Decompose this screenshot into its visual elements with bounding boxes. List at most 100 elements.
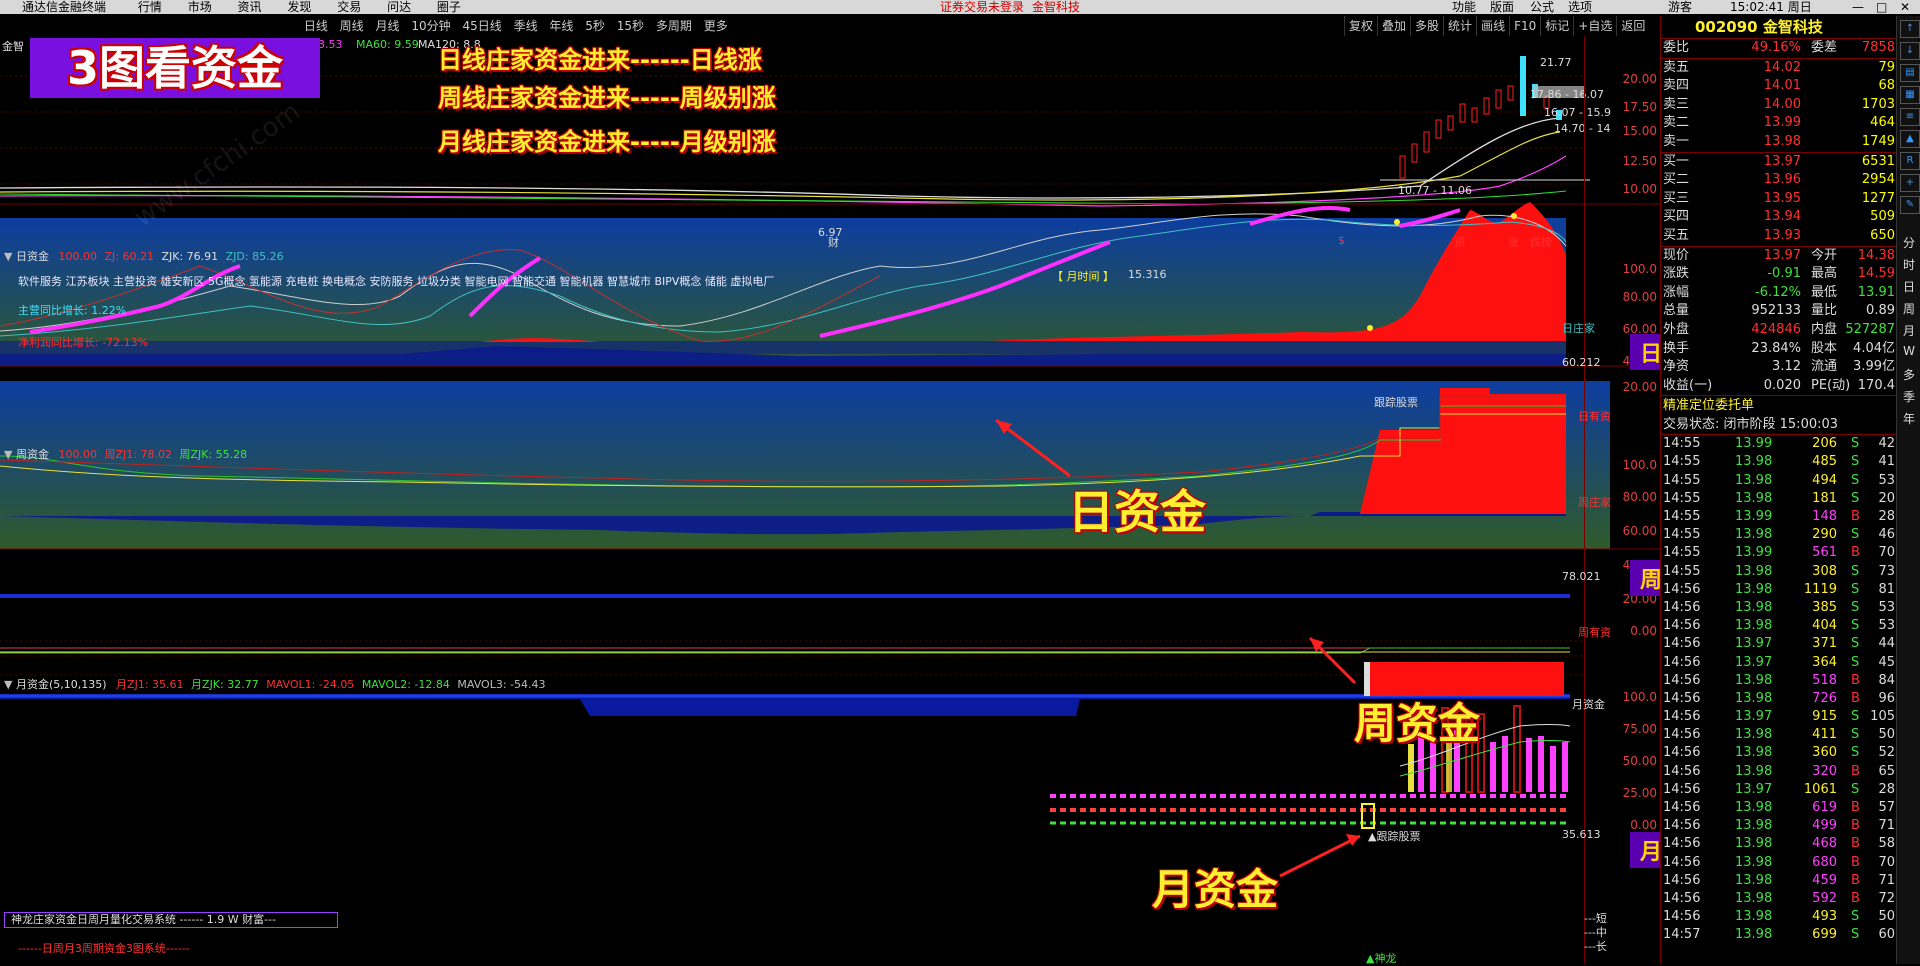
- tick-row[interactable]: 14:56 13.97 915 S 105: [1661, 708, 1897, 726]
- tick-row[interactable]: 14:55 13.99 561 B 70: [1661, 544, 1897, 562]
- tool-fanhui[interactable]: 返回: [1616, 16, 1649, 36]
- menu-wenda[interactable]: 问达: [387, 0, 411, 14]
- period-5s[interactable]: 5秒: [585, 16, 605, 36]
- tick-row[interactable]: 14:55 13.98 290 S 46: [1661, 526, 1897, 544]
- tick-row[interactable]: 14:55 13.99 148 B 28: [1661, 508, 1897, 526]
- tick-row[interactable]: 14:56 13.98 592 B 72: [1661, 890, 1897, 908]
- buy-row[interactable]: 买一 13.97 6531: [1661, 153, 1897, 172]
- tool-zixuan[interactable]: +自选: [1573, 16, 1616, 36]
- menu-zixun[interactable]: 资讯: [238, 0, 262, 14]
- side-period-item[interactable]: 时: [1897, 256, 1920, 278]
- period-multi[interactable]: 多周期: [656, 16, 692, 36]
- tick-row[interactable]: 14:55 13.98 485 S 41: [1661, 453, 1897, 471]
- chart-icon[interactable]: ▤: [1900, 64, 1920, 82]
- tick-row[interactable]: 14:56 13.98 459 B 71: [1661, 872, 1897, 890]
- tool-diejia[interactable]: 叠加: [1377, 16, 1410, 36]
- tick-row[interactable]: 14:55 13.98 308 S 73: [1661, 563, 1897, 581]
- sell-row[interactable]: 卖四 14.01 68: [1661, 77, 1897, 96]
- tool-f10[interactable]: F10: [1509, 16, 1540, 36]
- tick-row[interactable]: 14:56 13.98 493 S 50: [1661, 908, 1897, 926]
- menu-quanzi[interactable]: 圈子: [437, 0, 461, 14]
- menu-shichang[interactable]: 市场: [188, 0, 212, 14]
- tool-huaxian[interactable]: 画线: [1476, 16, 1509, 36]
- tick-row[interactable]: 14:56 13.98 404 S 53: [1661, 617, 1897, 635]
- tick-row[interactable]: 14:55 13.99 206 S 42: [1661, 435, 1897, 453]
- tick-row[interactable]: 14:56 13.98 518 B 84: [1661, 672, 1897, 690]
- buy-row[interactable]: 买五 13.93 650: [1661, 227, 1897, 246]
- side-period-item[interactable]: 年: [1897, 410, 1920, 432]
- tick-row[interactable]: 14:56 13.98 385 S 53: [1661, 599, 1897, 617]
- tool-fuquan[interactable]: 复权: [1344, 16, 1377, 36]
- tick-row[interactable]: 14:56 13.98 468 B 58: [1661, 835, 1897, 853]
- period-45day[interactable]: 45日线: [462, 16, 501, 36]
- tick-row[interactable]: 14:56 13.98 619 B 57: [1661, 799, 1897, 817]
- weekly-panel-name[interactable]: 周资金: [16, 448, 49, 461]
- tick-row[interactable]: 14:55 13.98 494 S 53: [1661, 472, 1897, 490]
- user-label[interactable]: 游客: [1668, 0, 1692, 14]
- kline-icon[interactable]: ▲: [1900, 130, 1920, 148]
- collapse-icon[interactable]: ▼: [4, 250, 12, 263]
- compare-icon[interactable]: ≡: [1900, 108, 1920, 126]
- menu-gongneng[interactable]: 功能: [1452, 0, 1476, 14]
- side-period-item[interactable]: 季: [1897, 388, 1920, 410]
- tool-tongji[interactable]: 统计: [1443, 16, 1476, 36]
- tick-row[interactable]: 14:56 13.98 726 B 96: [1661, 690, 1897, 708]
- tool-duogu[interactable]: 多股: [1410, 16, 1443, 36]
- tick-row[interactable]: 14:57 13.98 699 S 60: [1661, 926, 1897, 944]
- menu-xuanxiang[interactable]: 选项: [1568, 0, 1592, 14]
- period-month[interactable]: 月线: [376, 16, 400, 36]
- collapse-icon[interactable]: ▼: [4, 678, 12, 691]
- menu-banmian[interactable]: 版面: [1490, 0, 1514, 14]
- maximize-icon[interactable]: □: [1876, 0, 1887, 14]
- tick-row[interactable]: 14:56 13.97 1061 S 28: [1661, 781, 1897, 799]
- period-more[interactable]: 更多: [704, 16, 728, 36]
- sell-row[interactable]: 卖一 13.98 1749: [1661, 133, 1897, 152]
- daily-panel-name[interactable]: 日资金: [16, 250, 49, 263]
- side-period-item[interactable]: W: [1897, 344, 1920, 366]
- collapse-icon[interactable]: ▼: [4, 448, 12, 461]
- side-period-item[interactable]: 多: [1897, 366, 1920, 388]
- arrow-up-icon[interactable]: ↑: [1900, 20, 1920, 38]
- side-period-item[interactable]: 月: [1897, 322, 1920, 344]
- buy-row[interactable]: 买二 13.96 2954: [1661, 171, 1897, 190]
- menu-hangqing[interactable]: 行情: [138, 0, 162, 14]
- chart-canvas[interactable]: [0, 36, 1660, 964]
- tick-row[interactable]: 14:56 13.98 1119 S 81: [1661, 581, 1897, 599]
- tool-biaoji[interactable]: 标记: [1540, 16, 1573, 36]
- minimize-icon[interactable]: —: [1852, 0, 1864, 14]
- side-period-item[interactable]: 周: [1897, 300, 1920, 322]
- table-icon[interactable]: ▦: [1900, 86, 1920, 104]
- tick-row[interactable]: 14:55 13.98 181 S 20: [1661, 490, 1897, 508]
- sell-row[interactable]: 卖三 14.00 1703: [1661, 96, 1897, 115]
- menu-jiaoyi[interactable]: 交易: [337, 0, 361, 14]
- buy-row[interactable]: 买三 13.95 1277: [1661, 190, 1897, 209]
- login-notice[interactable]: 证券交易未登录: [940, 0, 1024, 14]
- side-period-item[interactable]: 分: [1897, 234, 1920, 256]
- tick-row[interactable]: 14:56 13.97 371 S 44: [1661, 635, 1897, 653]
- period-quarter[interactable]: 季线: [514, 16, 538, 36]
- cross-icon[interactable]: +: [1900, 174, 1920, 192]
- tick-row[interactable]: 14:56 13.97 364 S 45: [1661, 654, 1897, 672]
- tick-row[interactable]: 14:56 13.98 499 B 71: [1661, 817, 1897, 835]
- period-week[interactable]: 周线: [340, 16, 364, 36]
- menu-faxian[interactable]: 发现: [287, 0, 311, 14]
- tick-list[interactable]: 14:55 13.99 206 S 42 14:55 13.98 485 S 41 14:55 13.…: [1661, 435, 1897, 944]
- sell-row[interactable]: 卖五 14.02 79: [1661, 59, 1897, 78]
- tick-row[interactable]: 14:56 13.98 320 B 65: [1661, 763, 1897, 781]
- buy-row[interactable]: 买四 13.94 509: [1661, 208, 1897, 227]
- period-10min[interactable]: 10分钟: [411, 16, 450, 36]
- period-year[interactable]: 年线: [549, 16, 573, 36]
- tick-row[interactable]: 14:56 13.98 680 B 70: [1661, 854, 1897, 872]
- arrow-down-icon[interactable]: ↓: [1900, 42, 1920, 60]
- monthly-panel-name[interactable]: 月资金(5,10,135): [16, 678, 107, 691]
- close-icon[interactable]: ✕: [1900, 0, 1910, 14]
- menu-gongshi[interactable]: 公式: [1530, 0, 1554, 14]
- tick-row[interactable]: 14:56 13.98 411 S 50: [1661, 726, 1897, 744]
- tick-row[interactable]: 14:56 13.98 360 S 52: [1661, 744, 1897, 762]
- rsi-icon[interactable]: R: [1900, 152, 1920, 170]
- precise-order-link[interactable]: 精准定位委托单: [1661, 396, 1897, 415]
- pencil-icon[interactable]: ✎: [1900, 196, 1920, 214]
- sell-row[interactable]: 卖二 13.99 464: [1661, 114, 1897, 133]
- period-day[interactable]: 日线: [304, 16, 328, 36]
- side-period-item[interactable]: 日: [1897, 278, 1920, 300]
